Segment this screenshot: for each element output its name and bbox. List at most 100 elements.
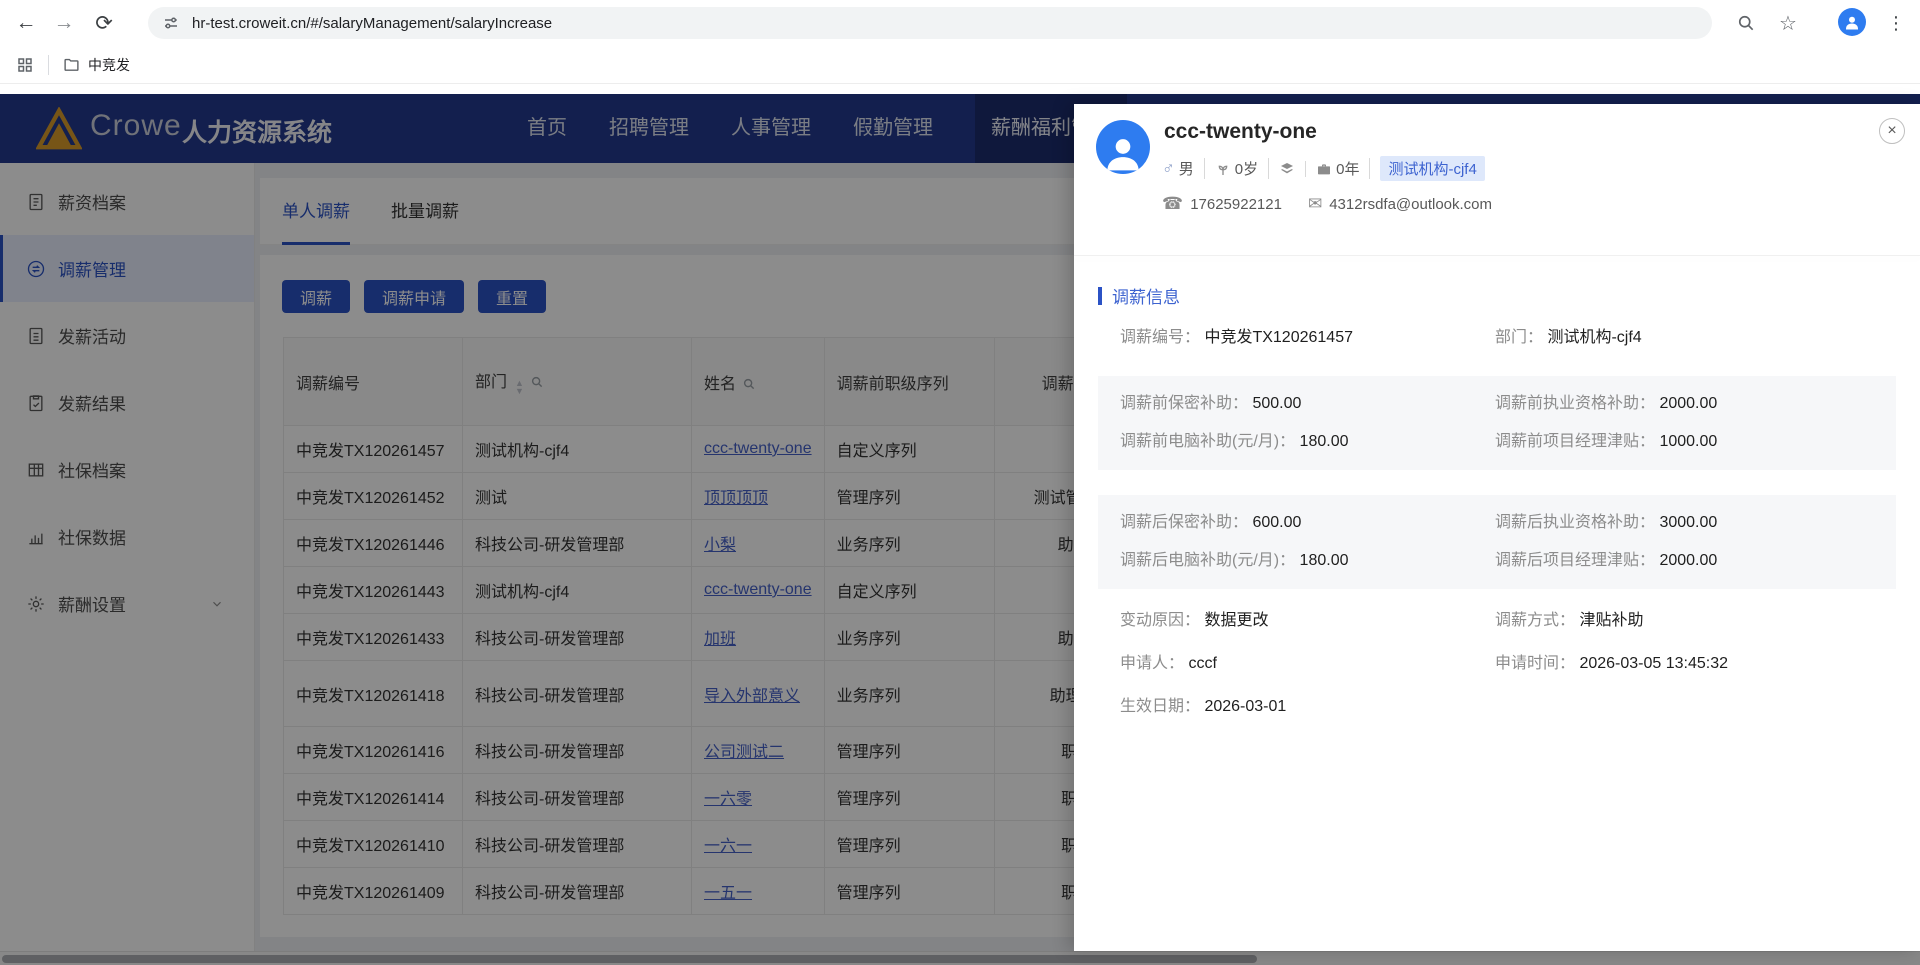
field-row: 调薪编号： 中竞发TX120261457 部门： 测试机构-cjf4 <box>1120 326 1896 350</box>
education-segment <box>1269 160 1307 177</box>
age-value: 0岁 <box>1234 161 1259 178</box>
field-row: 生效日期： 2026-03-01 <box>1120 695 1896 719</box>
field-value: 中竞发TX120261457 <box>1200 329 1353 346</box>
org-tag-segment: 测试机构-cjf4 <box>1370 156 1494 181</box>
mail-icon: ✉ <box>1307 194 1323 213</box>
employee-avatar <box>1096 120 1150 174</box>
field-label: 申请时间： <box>1495 655 1576 672</box>
field-label: 调薪前执业资格补助： <box>1495 395 1656 412</box>
gender-segment: ♂ 男 <box>1162 158 1205 179</box>
work-years-value: 0年 <box>1336 161 1360 178</box>
employee-meta: ♂ 男 0岁 0年 测试机构-cjf4 <box>1162 156 1495 181</box>
field-row: 调薪前电脑补助(元/月)： 180.00 调薪前项目经理津贴： 1000.00 <box>1120 430 1874 454</box>
field-label: 调薪后项目经理津贴： <box>1495 552 1656 569</box>
male-icon: ♂ <box>1162 158 1175 178</box>
section-title-bar <box>1098 286 1102 305</box>
field-value: 津贴补助 <box>1575 612 1644 629</box>
field-section-3: 调薪后保密补助： 600.00 调薪后执业资格补助： 3000.00 调薪后电脑补助… <box>1098 495 1896 589</box>
profile-avatar-icon[interactable] <box>1838 8 1866 36</box>
apps-grid-icon[interactable] <box>16 56 34 74</box>
field-label: 申请人： <box>1120 655 1185 672</box>
field-pair: 调薪编号： 中竞发TX120261457 <box>1120 326 1495 350</box>
field-value: 2026-03-01 <box>1200 698 1287 715</box>
url-text: hr-test.croweit.cn/#/salaryManagement/sa… <box>192 14 553 32</box>
field-value: 500.00 <box>1248 395 1302 412</box>
field-value: 2000.00 <box>1655 552 1718 569</box>
section-title-text: 调薪信息 <box>1112 288 1180 307</box>
field-label: 调薪前保密补助： <box>1120 395 1249 412</box>
field-value: 1000.00 <box>1655 433 1718 450</box>
detail-drawer: × ccc-twenty-one ♂ 男 0岁 0年 测试机构-cjf4 ☎ 1… <box>1074 104 1920 951</box>
field-pair: 调薪前项目经理津贴： 1000.00 <box>1495 430 1874 454</box>
forward-icon[interactable]: → <box>48 7 80 39</box>
close-icon[interactable]: × <box>1879 118 1905 144</box>
briefcase-icon <box>1316 161 1332 177</box>
field-value: 测试机构-cjf4 <box>1543 329 1642 346</box>
field-value: 2026-03-05 13:45:32 <box>1575 655 1729 672</box>
site-settings-icon[interactable] <box>162 14 180 32</box>
field-row: 申请人： cccf 申请时间： 2026-03-05 13:45:32 <box>1120 652 1896 676</box>
field-pair: 调薪后项目经理津贴： 2000.00 <box>1495 549 1874 573</box>
field-pair: 调薪方式： 津贴补助 <box>1495 609 1896 633</box>
field-pair: 部门： 测试机构-cjf4 <box>1495 326 1896 350</box>
browser-toolbar: ← → ⟳ hr-test.croweit.cn/#/salaryManagem… <box>0 0 1920 46</box>
field-value: 3000.00 <box>1655 514 1718 531</box>
field-section-1: 调薪编号： 中竞发TX120261457 部门： 测试机构-cjf4 <box>1098 326 1896 350</box>
section-title: 调薪信息 <box>1098 283 1896 308</box>
reload-icon[interactable]: ⟳ <box>88 7 120 39</box>
field-pair: 调薪前执业资格补助： 2000.00 <box>1495 392 1874 416</box>
url-bar[interactable]: hr-test.croweit.cn/#/salaryManagement/sa… <box>148 7 1712 39</box>
field-label: 调薪后电脑补助(元/月)： <box>1120 552 1296 569</box>
gender-value: 男 <box>1178 161 1194 178</box>
field-row: 调薪后电脑补助(元/月)： 180.00 调薪后项目经理津贴： 2000.00 <box>1120 549 1874 573</box>
field-label: 调薪前项目经理津贴： <box>1495 433 1656 450</box>
field-pair: 调薪前电脑补助(元/月)： 180.00 <box>1120 430 1495 454</box>
employee-contact: ☎ 17625922121 ✉ 4312rsdfa@outlook.com <box>1162 194 1492 214</box>
zoom-icon[interactable] <box>1730 7 1762 39</box>
work-years-segment: 0年 <box>1306 158 1371 179</box>
folder-icon <box>64 58 79 71</box>
field-section-4: 变动原因： 数据更改 调薪方式： 津贴补助 申请人： cccf 申请时间： 2026-… <box>1098 609 1896 719</box>
org-tag: 测试机构-cjf4 <box>1380 156 1485 181</box>
field-value: 2000.00 <box>1655 395 1718 412</box>
field-pair: 变动原因： 数据更改 <box>1120 609 1495 633</box>
field-pair: 调薪后执业资格补助： 3000.00 <box>1495 511 1874 535</box>
back-icon[interactable]: ← <box>10 7 42 39</box>
phone-value: 17625922121 <box>1190 195 1282 213</box>
field-label: 调薪后执业资格补助： <box>1495 514 1656 531</box>
field-label: 部门： <box>1495 329 1544 346</box>
email-value: 4312rsdfa@outlook.com <box>1329 195 1493 213</box>
employee-name: ccc-twenty-one <box>1164 120 1317 143</box>
field-value: 180.00 <box>1295 433 1349 450</box>
age-segment: 0岁 <box>1205 158 1270 179</box>
field-value: cccf <box>1184 655 1217 672</box>
field-label: 调薪方式： <box>1495 612 1576 629</box>
sapling-icon <box>1215 161 1231 177</box>
email-segment: ✉ 4312rsdfa@outlook.com <box>1308 194 1492 214</box>
bookmark-star-icon[interactable]: ☆ <box>1772 7 1804 39</box>
drawer-body: 调薪信息 调薪编号： 中竞发TX120261457 部门： 测试机构-cjf4 调薪… <box>1074 256 1920 951</box>
field-pair: 调薪前保密补助： 500.00 <box>1120 392 1495 416</box>
menu-dots-icon[interactable]: ⋮ <box>1880 7 1912 39</box>
field-pair: 申请时间： 2026-03-05 13:45:32 <box>1495 652 1896 676</box>
field-value: 180.00 <box>1295 552 1349 569</box>
field-label: 调薪编号： <box>1120 329 1201 346</box>
field-pair: 调薪后保密补助： 600.00 <box>1120 511 1495 535</box>
field-row: 变动原因： 数据更改 调薪方式： 津贴补助 <box>1120 609 1896 633</box>
field-pair: 申请人： cccf <box>1120 652 1495 676</box>
field-row: 调薪后保密补助： 600.00 调薪后执业资格补助： 3000.00 <box>1120 511 1874 535</box>
field-label: 变动原因： <box>1120 612 1201 629</box>
bookmark-folder[interactable]: 中竞发 <box>63 55 130 75</box>
field-label: 生效日期： <box>1120 698 1201 715</box>
layers-icon <box>1279 161 1295 177</box>
screen: ← → ⟳ hr-test.croweit.cn/#/salaryManagem… <box>0 0 1920 965</box>
bookmark-label: 中竞发 <box>88 56 130 73</box>
field-value: 数据更改 <box>1200 612 1269 629</box>
phone-segment: ☎ 17625922121 <box>1162 194 1282 214</box>
phone-icon: ☎ <box>1162 194 1184 213</box>
field-value: 600.00 <box>1248 514 1302 531</box>
salary-info-sections: 调薪编号： 中竞发TX120261457 部门： 测试机构-cjf4 调薪前保密补助… <box>1098 326 1896 719</box>
field-pair: 调薪后电脑补助(元/月)： 180.00 <box>1120 549 1495 573</box>
bookmarks-bar: 中竞发 <box>0 46 1920 84</box>
field-section-2: 调薪前保密补助： 500.00 调薪前执业资格补助： 2000.00 调薪前电脑补助… <box>1098 376 1896 470</box>
